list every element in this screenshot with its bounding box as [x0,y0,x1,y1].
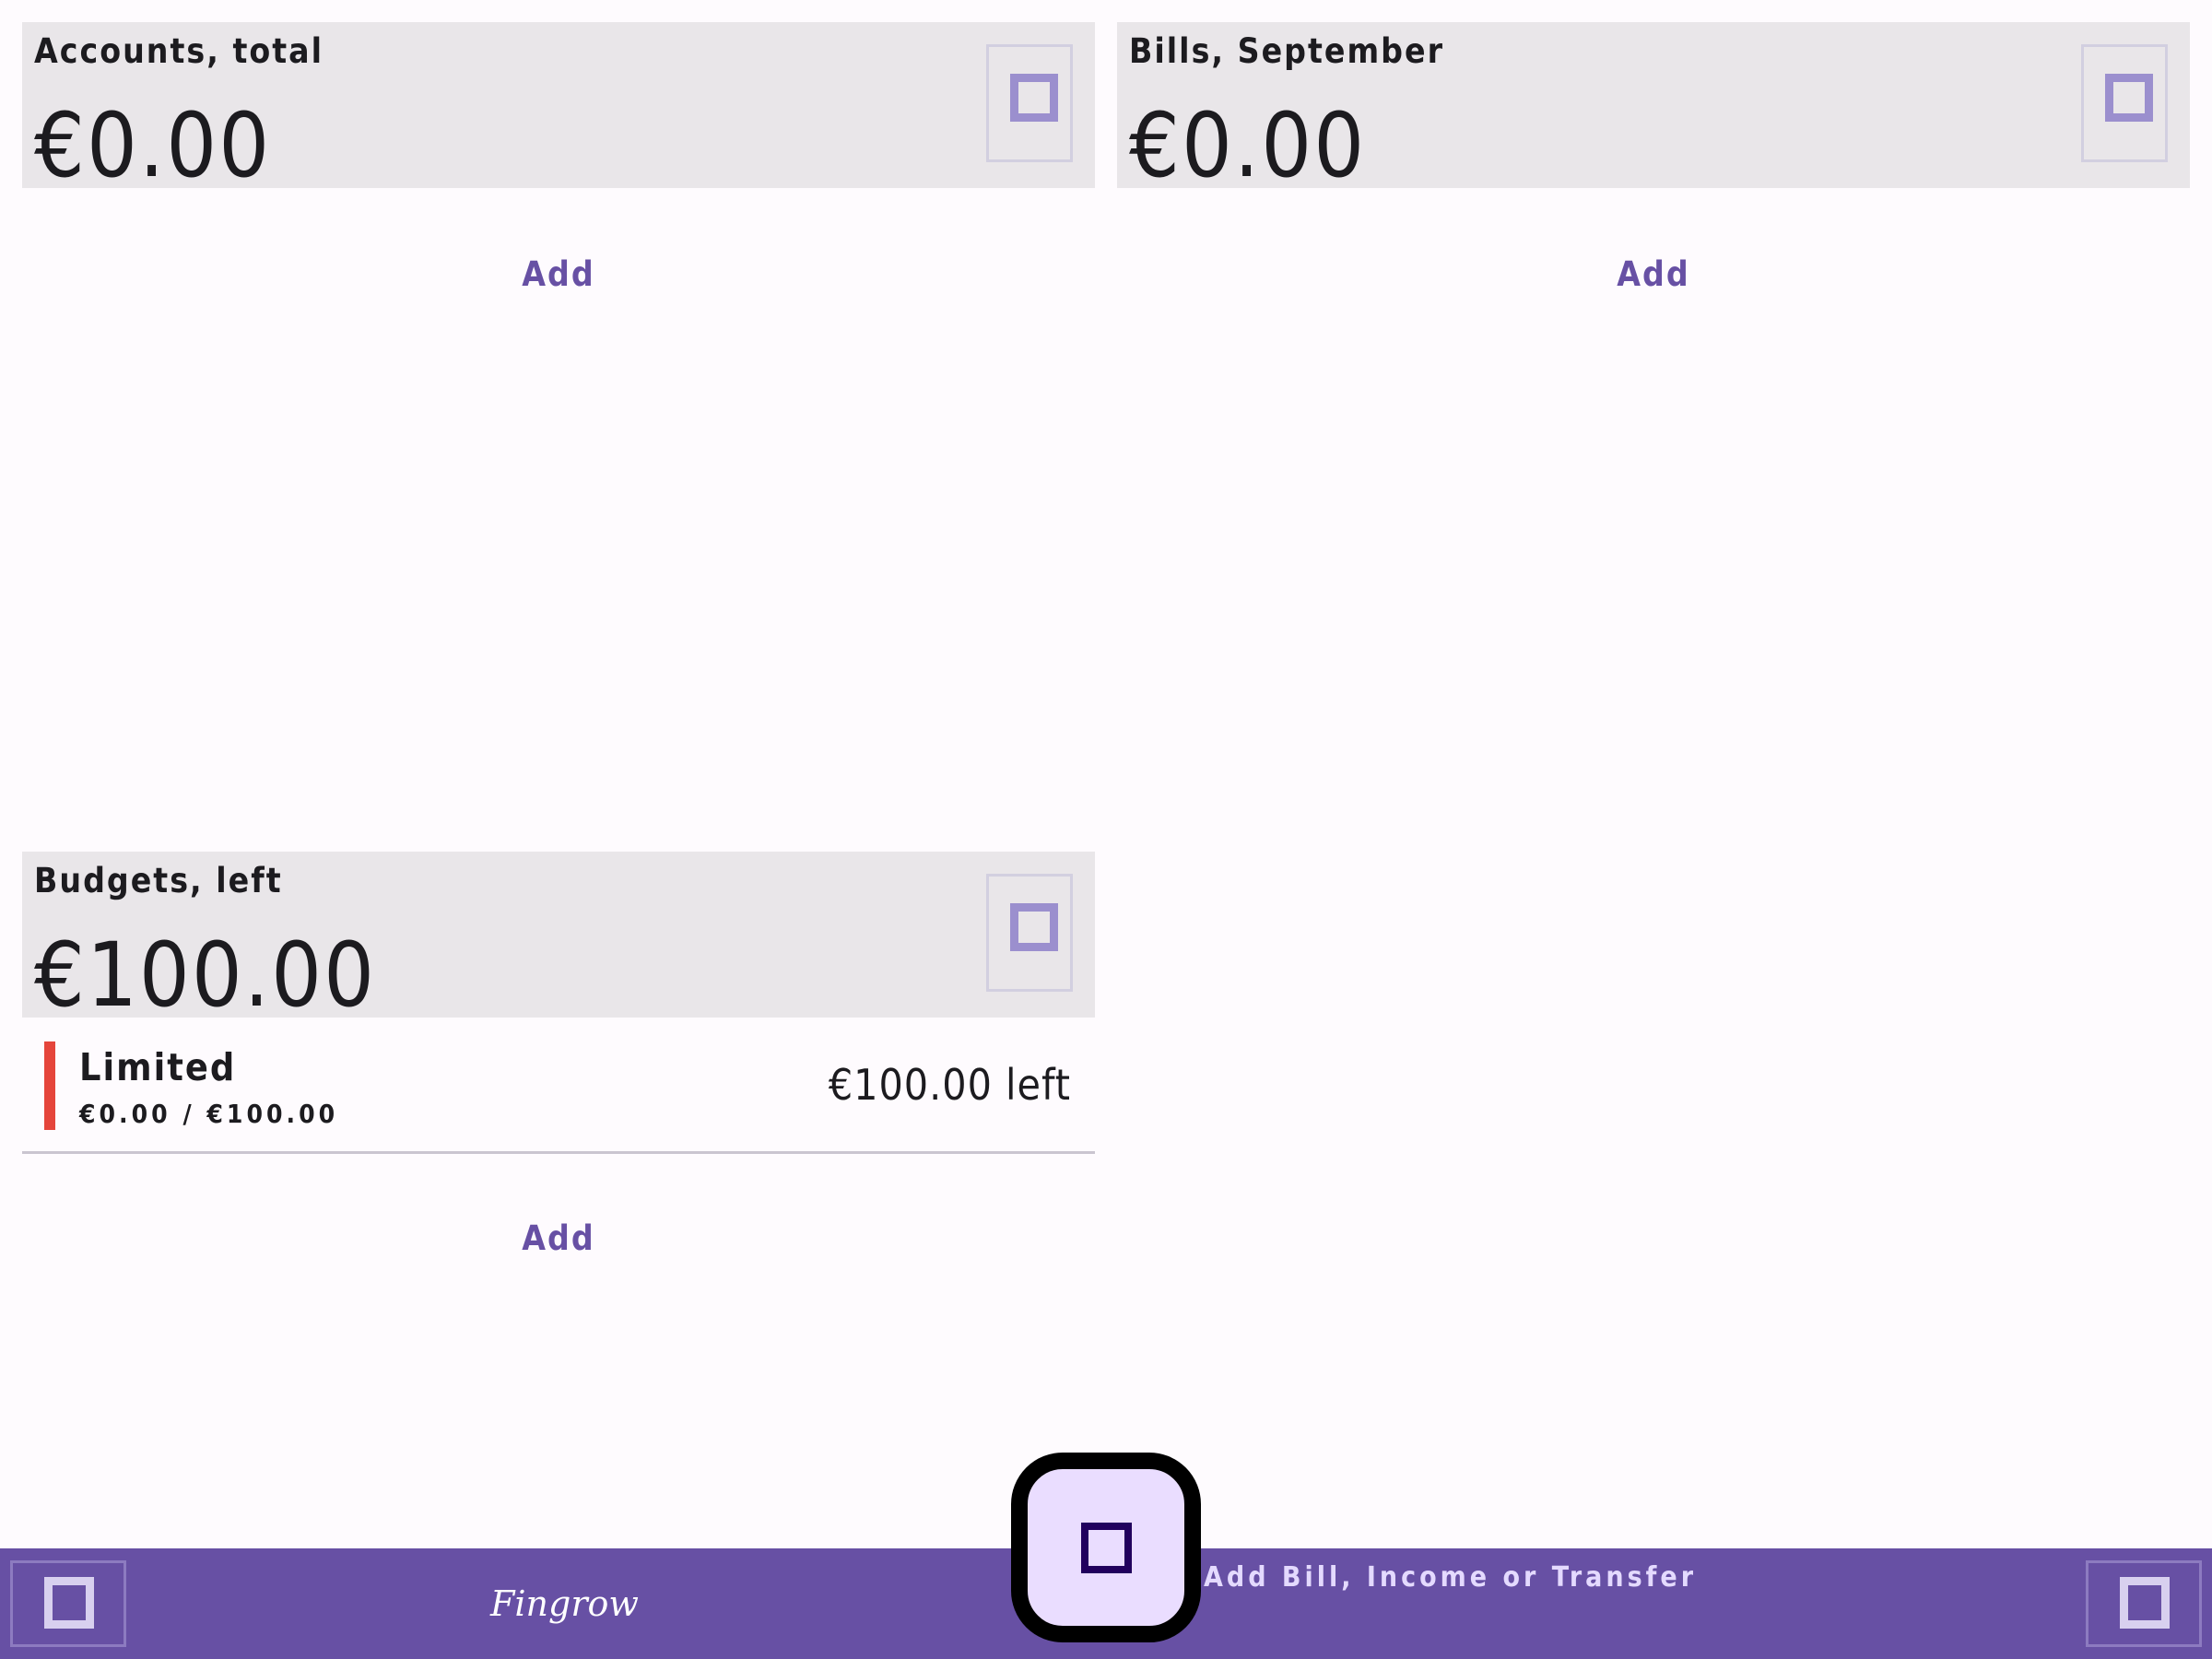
settings-button[interactable] [2086,1560,2202,1647]
add-transaction-fab[interactable] [1011,1453,1201,1642]
bills-total-amount: €0.00 [1129,94,1367,197]
accounts-title: Accounts, total [34,31,324,71]
app-logo: Fingrow [490,1583,639,1624]
square-icon [1010,903,1058,951]
budgets-add-button[interactable]: Add [22,1218,1095,1258]
accounts-action-button[interactable] [986,44,1073,162]
bills-add-button[interactable]: Add [1117,254,2190,294]
budget-name: Limited [79,1045,237,1089]
budgets-header: Budgets, left €100.00 [22,852,1095,1027]
budgets-action-button[interactable] [986,874,1073,992]
square-icon [1010,74,1058,122]
bills-action-button[interactable] [2081,44,2168,162]
budget-remaining: €100.00 left [828,1060,1071,1110]
square-icon [44,1577,94,1629]
budget-list-item[interactable]: Limited €0.00 / €100.00 €100.00 left [22,1018,1095,1154]
budgets-title: Budgets, left [34,861,283,900]
budget-progress-text: €0.00 / €100.00 [79,1099,339,1129]
budget-status-indicator [44,1041,55,1130]
accounts-header: Accounts, total €0.00 [22,22,1095,197]
budgets-left-amount: €100.00 [34,924,377,1027]
accounts-total-amount: €0.00 [34,94,272,197]
menu-button[interactable] [10,1560,126,1647]
square-icon [1081,1523,1132,1573]
square-icon [2120,1577,2170,1629]
square-icon [2105,74,2153,122]
bills-header: Bills, September €0.00 [1117,22,2190,197]
fab-label[interactable]: Add Bill, Income or Transfer [1204,1561,1697,1594]
bills-title: Bills, September [1129,31,1445,71]
accounts-add-button[interactable]: Add [22,254,1095,294]
